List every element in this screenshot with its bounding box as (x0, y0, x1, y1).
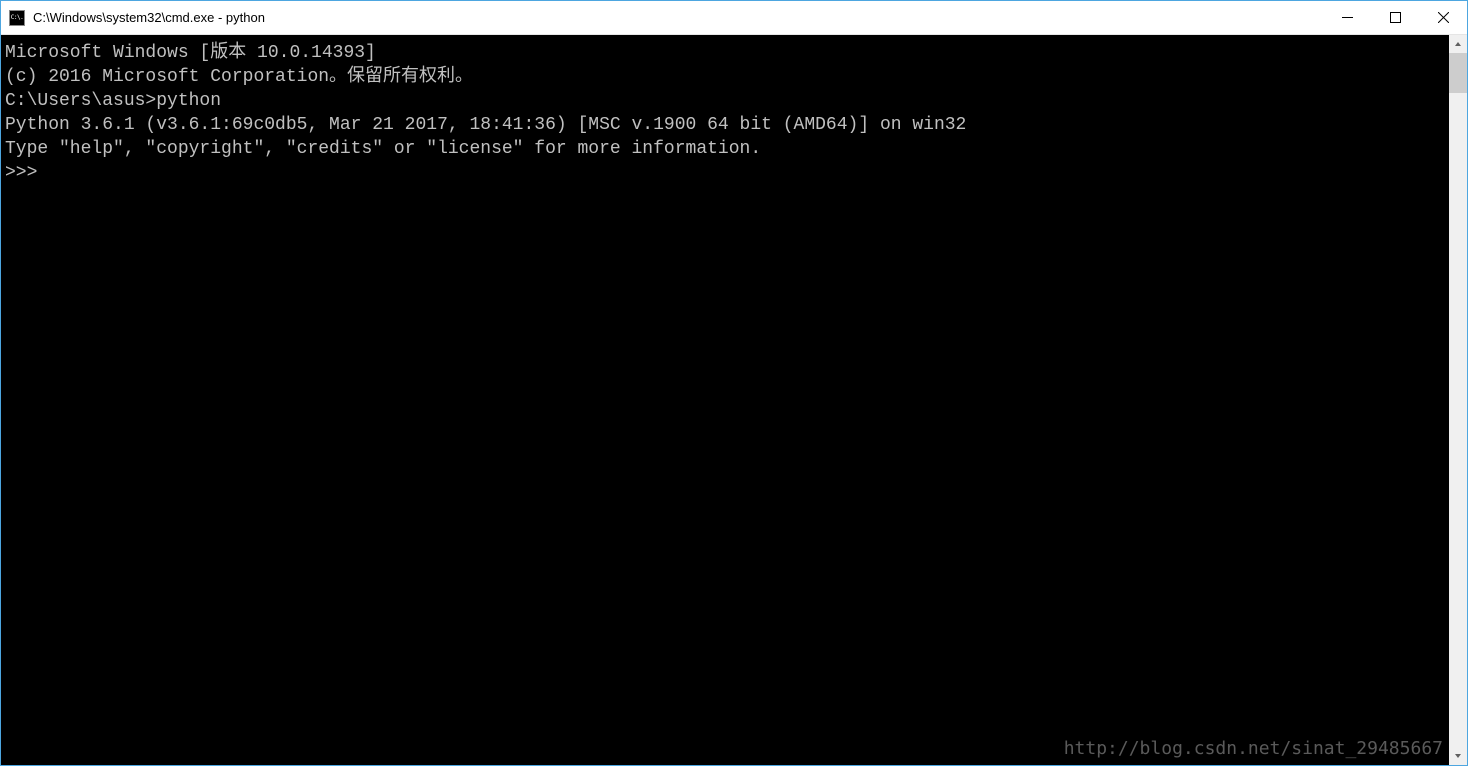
terminal-area: Microsoft Windows [版本 10.0.14393](c) 201… (1, 35, 1467, 765)
terminal-line: C:\Users\asus>python (5, 89, 1445, 113)
window-title: C:\Windows\system32\cmd.exe - python (33, 10, 1323, 25)
maximize-icon (1390, 12, 1401, 23)
terminal-output[interactable]: Microsoft Windows [版本 10.0.14393](c) 201… (1, 35, 1449, 765)
window-controls (1323, 1, 1467, 34)
cmd-window: C:\. C:\Windows\system32\cmd.exe - pytho… (0, 0, 1468, 766)
terminal-line: (c) 2016 Microsoft Corporation。保留所有权利。 (5, 65, 1445, 89)
chevron-up-icon (1454, 40, 1462, 48)
scroll-down-button[interactable] (1449, 747, 1467, 765)
close-button[interactable] (1419, 1, 1467, 34)
terminal-line: Microsoft Windows [版本 10.0.14393] (5, 41, 1445, 65)
vertical-scrollbar[interactable] (1449, 35, 1467, 765)
maximize-button[interactable] (1371, 1, 1419, 34)
minimize-button[interactable] (1323, 1, 1371, 34)
close-icon (1438, 12, 1449, 23)
terminal-line: >>> (5, 161, 1445, 185)
minimize-icon (1342, 12, 1353, 23)
scroll-track[interactable] (1449, 53, 1467, 747)
terminal-line: Python 3.6.1 (v3.6.1:69c0db5, Mar 21 201… (5, 113, 1445, 137)
terminal-line: Type "help", "copyright", "credits" or "… (5, 137, 1445, 161)
scroll-thumb[interactable] (1449, 53, 1467, 93)
chevron-down-icon (1454, 752, 1462, 760)
cmd-icon: C:\. (9, 10, 25, 26)
titlebar[interactable]: C:\. C:\Windows\system32\cmd.exe - pytho… (1, 1, 1467, 35)
scroll-up-button[interactable] (1449, 35, 1467, 53)
